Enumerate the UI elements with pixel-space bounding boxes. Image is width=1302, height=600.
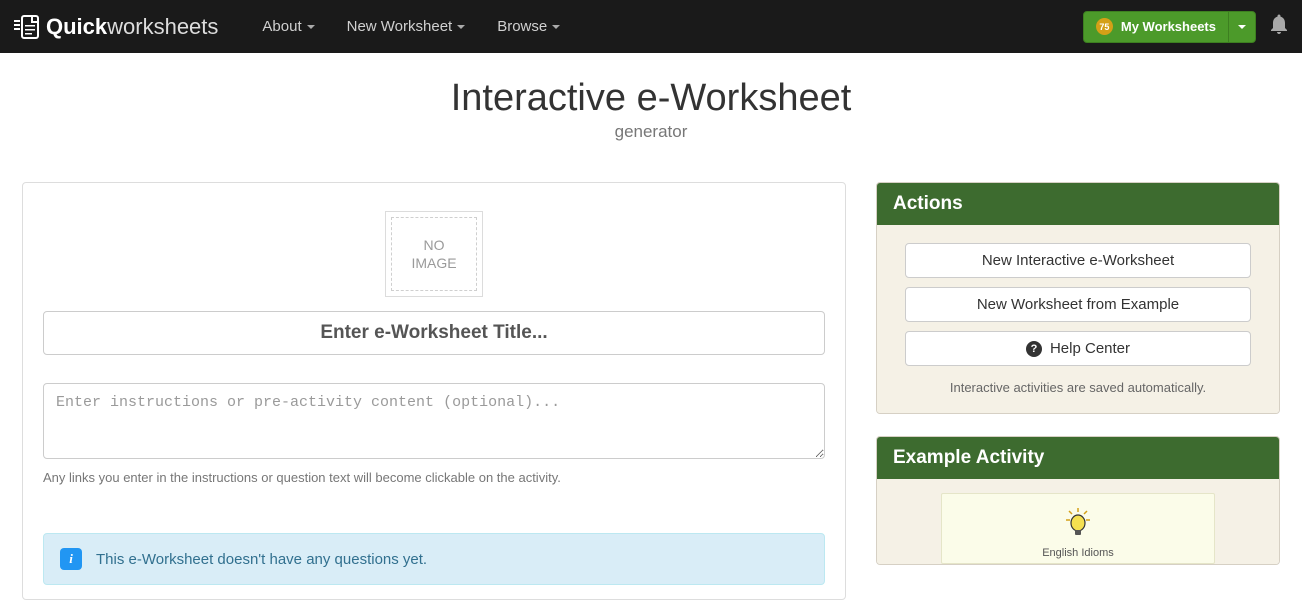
new-from-example-button[interactable]: New Worksheet from Example	[905, 287, 1251, 322]
chevron-down-icon	[1238, 25, 1246, 29]
no-questions-alert: i This e-Worksheet doesn't have any ques…	[43, 533, 825, 585]
chevron-down-icon	[307, 25, 315, 29]
alert-text: This e-Worksheet doesn't have any questi…	[96, 551, 427, 568]
actions-header: Actions	[877, 183, 1279, 225]
brand-logo[interactable]: Quickworksheets	[14, 14, 218, 40]
image-upload-box[interactable]: NO IMAGE	[385, 211, 483, 297]
no-image-placeholder: NO IMAGE	[391, 217, 477, 291]
notifications-bell[interactable]	[1270, 14, 1288, 39]
top-navbar: Quickworksheets About New Worksheet Brow…	[0, 0, 1302, 53]
action-label: New Interactive e-Worksheet	[982, 252, 1174, 269]
help-center-button[interactable]: ? Help Center	[905, 331, 1251, 366]
brand-bold: Quick	[46, 14, 107, 39]
nav-about[interactable]: About	[248, 2, 328, 51]
nav-browse[interactable]: Browse	[483, 2, 574, 51]
actions-panel: Actions New Interactive e-Worksheet New …	[876, 182, 1280, 414]
example-card-title: English Idioms	[952, 547, 1204, 559]
nav-new-worksheet[interactable]: New Worksheet	[333, 2, 480, 51]
action-label: Help Center	[1050, 340, 1130, 357]
nav-new-worksheet-label: New Worksheet	[347, 18, 453, 35]
help-icon: ?	[1026, 341, 1042, 357]
example-activity-panel: Example Activity Engl	[876, 436, 1280, 565]
page-subtitle: generator	[0, 122, 1302, 142]
nav-browse-label: Browse	[497, 18, 547, 35]
page-title: Interactive e-Worksheet	[0, 77, 1302, 120]
example-activity-card[interactable]: English Idioms	[941, 493, 1215, 564]
example-header: Example Activity	[877, 437, 1279, 479]
info-icon: i	[60, 548, 82, 570]
chevron-down-icon	[457, 25, 465, 29]
nav-about-label: About	[262, 18, 301, 35]
page-header: Interactive e-Worksheet generator	[0, 53, 1302, 182]
worksheet-count-badge: 75	[1096, 18, 1113, 35]
my-worksheets-main[interactable]: 75 My Worksheets	[1084, 12, 1228, 42]
chevron-down-icon	[552, 25, 560, 29]
worksheet-title-input[interactable]	[43, 311, 825, 355]
brand-light: worksheets	[107, 14, 218, 39]
my-worksheets-button[interactable]: 75 My Worksheets	[1083, 11, 1256, 43]
worksheets-icon	[14, 15, 40, 39]
autosave-note: Interactive activities are saved automat…	[905, 380, 1251, 395]
lightbulb-icon	[952, 508, 1204, 543]
my-worksheets-label: My Worksheets	[1121, 19, 1216, 34]
my-worksheets-dropdown[interactable]	[1228, 12, 1255, 42]
worksheet-editor-card: NO IMAGE Any links you enter in the inst…	[22, 182, 846, 600]
instructions-input[interactable]	[43, 383, 825, 459]
bell-icon	[1270, 14, 1288, 34]
action-label: New Worksheet from Example	[977, 296, 1179, 313]
new-interactive-worksheet-button[interactable]: New Interactive e-Worksheet	[905, 243, 1251, 278]
nav-links: About New Worksheet Browse	[248, 2, 574, 51]
links-hint-text: Any links you enter in the instructions …	[43, 470, 825, 485]
